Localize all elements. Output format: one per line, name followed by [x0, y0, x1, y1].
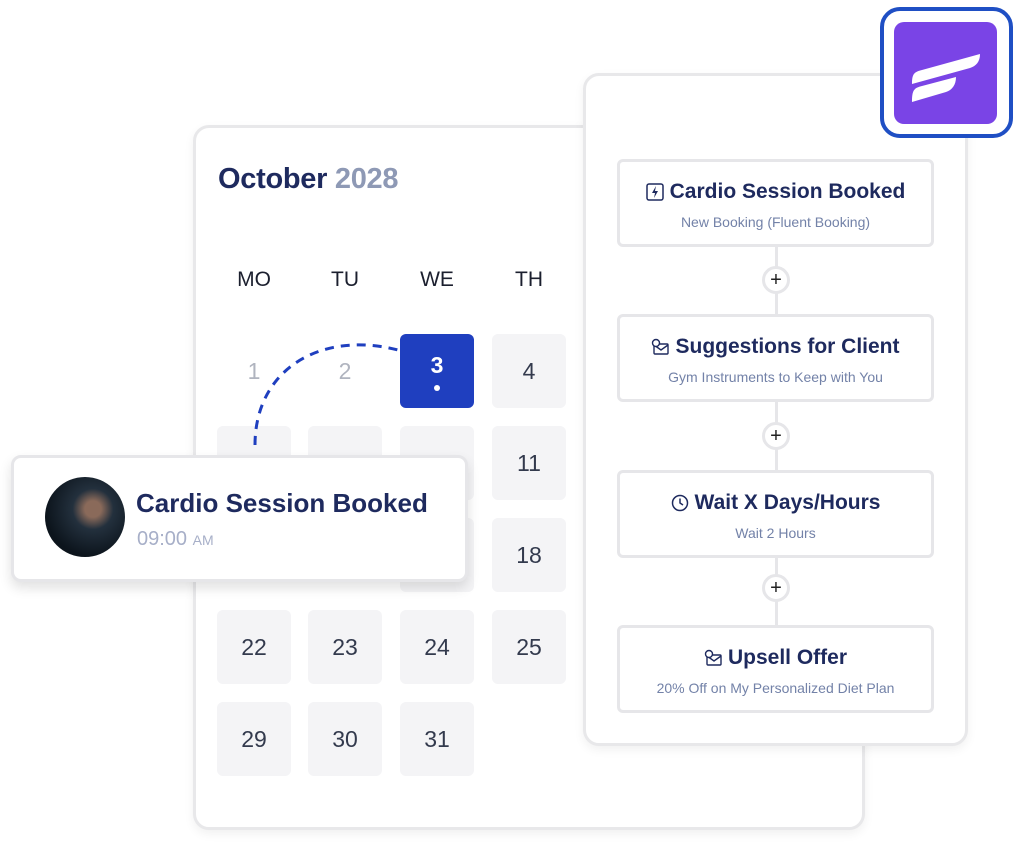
- node-subtitle: 20% Off on My Personalized Diet Plan: [656, 680, 895, 696]
- flow-node-trigger[interactable]: Cardio Session Booked New Booking (Fluen…: [617, 159, 934, 247]
- app-logo: [880, 7, 1013, 138]
- event-time: 09:00 AM: [137, 528, 214, 551]
- email-icon: [652, 338, 670, 355]
- node-title: Suggestions for Client: [675, 335, 900, 358]
- add-step-button[interactable]: +: [762, 574, 790, 602]
- lightning-icon: [645, 183, 664, 201]
- event-meridiem: AM: [192, 532, 214, 548]
- event-time-value: 09:00: [137, 528, 188, 550]
- node-title: Upsell Offer: [727, 646, 848, 669]
- node-title: Cardio Session Booked: [669, 180, 906, 203]
- email-icon: [704, 649, 722, 666]
- add-step-button[interactable]: +: [762, 266, 790, 294]
- node-subtitle: Gym Instruments to Keep with You: [668, 369, 883, 385]
- node-subtitle: New Booking (Fluent Booking): [680, 214, 871, 230]
- node-title: Wait X Days/Hours: [694, 491, 881, 514]
- logo-mark-icon: [912, 54, 980, 102]
- event-card[interactable]: Cardio Session Booked 09:00 AM: [11, 455, 468, 582]
- avatar: [45, 477, 125, 557]
- clock-icon: [671, 494, 688, 512]
- flow-node-email[interactable]: Suggestions for Client Gym Instruments t…: [617, 314, 934, 402]
- flow-node-email[interactable]: Upsell Offer 20% Off on My Personalized …: [617, 625, 934, 713]
- add-step-button[interactable]: +: [762, 422, 790, 450]
- flow-node-wait[interactable]: Wait X Days/Hours Wait 2 Hours: [617, 470, 934, 558]
- node-subtitle: Wait 2 Hours: [735, 525, 816, 541]
- event-title: Cardio Session Booked: [136, 488, 428, 518]
